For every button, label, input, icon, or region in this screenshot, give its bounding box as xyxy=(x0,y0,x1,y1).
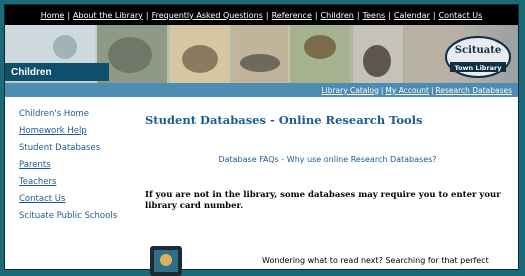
sidebar: Children's Home Homework Help Student Da… xyxy=(19,109,129,228)
book-cover-image[interactable] xyxy=(150,246,182,276)
my-account-link[interactable]: My Account xyxy=(385,86,429,95)
reading-teaser: Wondering what to read next? Searching f… xyxy=(262,256,489,265)
nav-reference-link[interactable]: Reference xyxy=(272,11,312,20)
nav-home-link[interactable]: Home xyxy=(41,11,65,20)
nav-calendar-link[interactable]: Calendar xyxy=(394,11,430,20)
book-cover-icon xyxy=(154,250,178,272)
sidebar-item-student-databases[interactable]: Student Databases xyxy=(19,143,129,153)
header-banner: Children Scituate Town Library xyxy=(5,25,518,83)
library-catalog-link[interactable]: Library Catalog xyxy=(321,86,378,95)
sidebar-item-contact-us[interactable]: Contact Us xyxy=(19,194,129,204)
sidebar-item-teachers[interactable]: Teachers xyxy=(19,177,129,187)
utility-navigation: Library Catalog | My Account | Research … xyxy=(5,83,518,97)
nav-faq-link[interactable]: Frequently Asked Questions xyxy=(152,11,263,20)
sidebar-item-scituate-public-schools[interactable]: Scituate Public Schools xyxy=(19,211,129,221)
nav-contact-link[interactable]: Contact Us xyxy=(439,11,483,20)
nav-teens-link[interactable]: Teens xyxy=(363,11,386,20)
sidebar-item-parents[interactable]: Parents xyxy=(19,160,129,170)
page-frame: Home | About the Library | Frequently As… xyxy=(4,4,519,270)
library-logo[interactable]: Scituate Town Library xyxy=(444,29,512,79)
page-title: Student Databases - Online Research Tool… xyxy=(145,113,423,127)
database-faq-link[interactable]: Database FAQs - Why use online Research … xyxy=(145,155,510,164)
nav-children-link[interactable]: Children xyxy=(321,11,354,20)
top-navigation: Home | About the Library | Frequently As… xyxy=(5,5,518,25)
research-databases-link[interactable]: Research Databases xyxy=(436,86,512,95)
logo-name: Scituate xyxy=(455,45,501,56)
main-content: Student Databases - Online Research Tool… xyxy=(145,113,510,213)
nav-about-link[interactable]: About the Library xyxy=(73,11,143,20)
logo-subtitle: Town Library xyxy=(455,64,503,72)
library-card-notice: If you are not in the library, some data… xyxy=(145,190,501,212)
sidebar-item-childrens-home[interactable]: Children's Home xyxy=(19,109,129,119)
sidebar-item-homework-help[interactable]: Homework Help xyxy=(19,126,129,136)
section-title: Children xyxy=(5,63,109,81)
